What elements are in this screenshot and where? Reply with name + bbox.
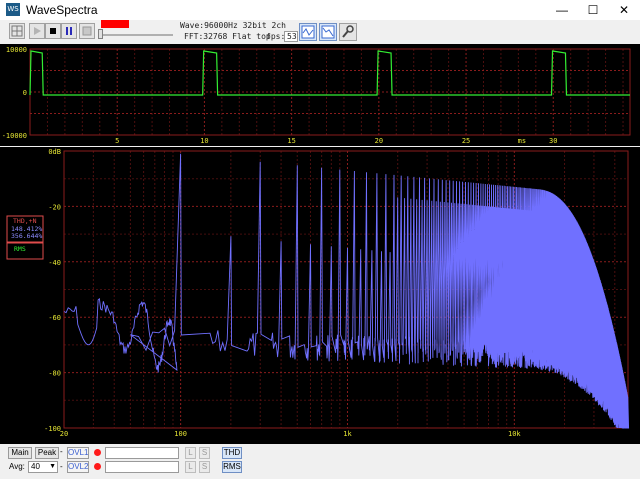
minimize-icon[interactable]: — [547,0,577,20]
wave-icon [301,25,315,39]
scope-x-tick: 5 [115,137,119,145]
stop-button[interactable] [45,23,61,39]
wrench-icon [342,25,354,38]
main-button[interactable]: Main [8,447,32,459]
stop-icon [50,28,56,34]
s-button-2[interactable]: S [199,461,210,473]
pause-icon [66,27,72,35]
spectrum-y-tick: -60 [48,314,61,322]
scope-x-tick: 10 [200,137,208,145]
spectrum-x-tick: 100 [174,430,187,438]
record-dot-1[interactable] [94,449,101,456]
file-field-1[interactable] [105,447,179,459]
file-field-2[interactable] [105,461,179,473]
scope-x-tick: 25 [462,137,470,145]
spectrum-x-tick: 1k [343,430,352,438]
waveform-trace [29,50,630,96]
rms-label: RMS [14,245,26,253]
scope-y-tick: 0 [23,89,27,97]
avg-value: 40 [31,462,40,471]
record-level-indicator [101,20,129,28]
l-button-1[interactable]: L [185,447,196,459]
chevron-down-icon: ▼ [49,463,56,470]
grid-icon [11,25,23,37]
app-icon: WS [6,3,20,16]
spectrum-trace [63,153,630,429]
dash-1: - [60,447,63,456]
fps-label: fps: [266,32,286,41]
thd-button[interactable]: THD [222,447,242,459]
play-icon [34,27,41,35]
settings-grid-button[interactable] [9,23,25,39]
dash-2: - [60,462,63,471]
spectrum-y-tick: -40 [48,259,61,267]
wave-info: Wave:96000Hz 32bit 2ch [180,21,286,30]
spectrum-icon [321,25,335,39]
volume-slider-thumb[interactable] [98,29,103,39]
scope-x-tick: 15 [287,137,295,145]
spectrum-y-tick: -80 [48,370,61,378]
spectrum-x-tick: 20 [60,430,68,438]
scope-y-tick: 10000 [6,46,27,54]
record-file-button[interactable] [79,23,95,39]
close-icon[interactable]: ✕ [609,0,639,20]
oscilloscope-button[interactable] [299,23,317,41]
scope-y-tick: -10000 [2,132,27,140]
spectrum-x-tick: 10k [508,430,521,438]
maximize-icon[interactable]: ☐ [578,0,608,20]
window-title: WaveSpectra [26,3,98,17]
spectrum-button[interactable] [319,23,337,41]
avg-select[interactable]: 40 ▼ [28,461,58,473]
bottom-controls: Main Peak - OVL1 L S THD Avg: 40 ▼ - OVL… [0,444,640,479]
spectrum-y-tick: -100 [44,425,61,433]
peak-button[interactable]: Peak [35,447,59,459]
ovl2-indicator: OVL2 [67,461,89,473]
spectrum-y-tick: -20 [48,203,61,211]
avg-label: Avg: [9,462,25,471]
record-dot-2[interactable] [94,463,101,470]
oscilloscope-plot: 10000 0 -10000 5 10 15 20 25 30 ms [2,46,631,145]
spectrum-plot: 0dB-20-40-60-80-10020 100 1k 10kTHD,+N148.4… [6,148,630,438]
thd-value-2: 356.644% [11,232,42,240]
oscilloscope-panel: 10000 0 -10000 5 10 15 20 25 30 ms [0,44,640,146]
spectrum-y-tick: 0dB [48,148,61,156]
thd-label: THD,+N [13,217,37,225]
rms-button[interactable]: RMS [222,461,242,473]
record-file-icon [82,26,92,36]
volume-slider-track[interactable] [101,34,173,36]
play-button[interactable] [29,23,45,39]
pause-button[interactable] [61,23,77,39]
fft-info: FFT:32768 Flat top [184,32,271,41]
scope-x-tick: 20 [375,137,383,145]
settings-button[interactable] [339,23,357,41]
scope-x-tick: 30 [549,137,557,145]
s-button-1[interactable]: S [199,447,210,459]
spectrum-panel: 0dB -20 -40 -60 -80 -100 20 100 1k 10k THD,+N 148.4… [0,147,640,444]
fps-value: 53 [284,31,298,42]
ovl1-indicator: OVL1 [67,447,89,459]
title-bar: WS WaveSpectra — ☐ ✕ [0,0,640,21]
l-button-2[interactable]: L [185,461,196,473]
scope-x-unit: ms [518,137,526,145]
